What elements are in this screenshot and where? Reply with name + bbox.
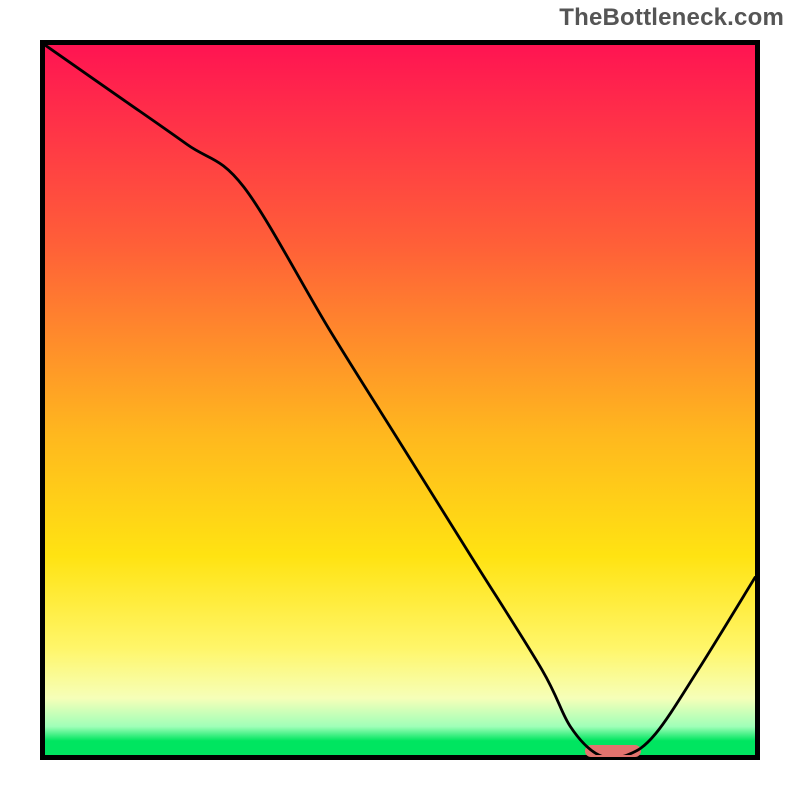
chart-container: TheBottleneck.com	[0, 0, 800, 800]
watermark-text: TheBottleneck.com	[559, 4, 784, 32]
plot-area	[40, 40, 760, 760]
valley-marker	[585, 745, 642, 757]
gradient-fill	[45, 45, 755, 755]
